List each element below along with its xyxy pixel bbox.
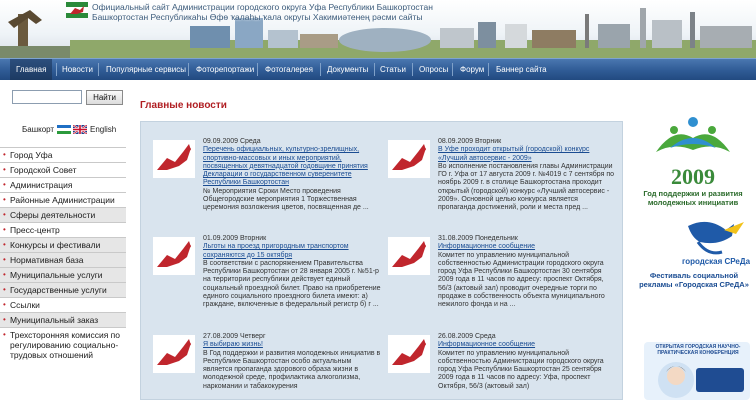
nav-item-photogallery[interactable]: Фотогалерея (259, 59, 319, 80)
city-env-festival-logo-icon[interactable]: городская СРеДа (678, 216, 750, 268)
menu-item-contests[interactable]: Конкурсы и фестивали (0, 237, 126, 252)
nav-item-services[interactable]: Популярные сервисы (100, 59, 192, 80)
site-header: Официальный сайт Администрации городског… (0, 0, 756, 58)
main-nav: Главная Новости Популярные сервисы Фотор… (0, 58, 756, 80)
nav-item-documents[interactable]: Документы (321, 59, 374, 80)
ufa-emblem-icon (66, 2, 88, 18)
page-title: Главные новости (140, 100, 227, 111)
menu-item-press-center[interactable]: Пресс-центр (0, 222, 126, 237)
search-button[interactable]: Найти (86, 90, 123, 105)
news-item: 27.08.2009 Четверг Я выбираю жизнь! В Го… (153, 333, 383, 400)
nav-item-photoreports[interactable]: Фоторепортажи (190, 59, 260, 80)
ufa-marten-icon[interactable] (388, 140, 430, 178)
menu-item-district-admins[interactable]: Районные Администрации (0, 192, 126, 207)
news-body: В Год поддержки и развития молодежных ин… (203, 349, 381, 390)
nav-item-news[interactable]: Новости (56, 59, 99, 80)
news-item: 26.08.2009 Среда Информационное сообщени… (388, 333, 618, 400)
news-date: 01.09.2009 Вторник (203, 235, 267, 242)
news-title-link[interactable]: Льготы на проезд пригородным транспортом… (203, 243, 381, 260)
news-date: 09.09.2009 Среда (203, 138, 261, 145)
menu-item-links[interactable]: Ссылки (0, 297, 126, 312)
news-body: № Мероприятия Сроки Место проведения Общ… (203, 187, 369, 212)
bashkir-flag-icon[interactable] (57, 125, 71, 134)
lang-english-link[interactable]: English (90, 124, 116, 136)
nav-item-banner[interactable]: Баннер сайта (490, 59, 553, 80)
ufa-marten-icon[interactable] (388, 237, 430, 275)
uk-flag-icon[interactable] (73, 125, 87, 134)
menu-item-city-council[interactable]: Городской Совет (0, 162, 126, 177)
youth-year-banner-icon[interactable]: 2009 (636, 108, 750, 190)
menu-item-city[interactable]: Город Уфа (0, 147, 126, 162)
nav-item-articles[interactable]: Статьи (374, 59, 412, 80)
ufa-marten-icon[interactable] (153, 335, 195, 373)
nav-item-home[interactable]: Главная (10, 59, 53, 80)
site-title: Официальный сайт Администрации городског… (92, 2, 433, 22)
news-title-link[interactable]: Я выбираю жизнь! (203, 341, 381, 349)
ufa-marten-icon[interactable] (388, 335, 430, 373)
youth-year-caption[interactable]: Год поддержки и развития молодежных иниц… (630, 189, 756, 207)
menu-item-state-services[interactable]: Государственные услуги (0, 282, 126, 297)
news-title-link[interactable]: Информационное сообщение (438, 243, 616, 251)
menu-item-municipal-services[interactable]: Муниципальные услуги (0, 267, 126, 282)
festival-caption[interactable]: Фестиваль социальной рекламы «Городская … (634, 271, 754, 289)
news-title-link[interactable]: Перечень официальных, культурно-зрелищны… (203, 146, 381, 187)
news-body: Комитет по управлению муниципальной собс… (438, 349, 604, 390)
news-item: 09.09.2009 Среда Перечень официальных, к… (153, 138, 383, 223)
news-item: 08.09.2009 Вторник В Уфе проходит открыт… (388, 138, 618, 223)
menu-item-administration[interactable]: Администрация (0, 177, 126, 192)
news-item: 01.09.2009 Вторник Льготы на проезд приг… (153, 235, 383, 320)
menu-item-municipal-order[interactable]: Муниципальный заказ (0, 312, 126, 327)
news-body: Во исполнение постановления главы Админи… (438, 162, 615, 212)
news-body: Комитет по управлению муниципальной собс… (438, 251, 605, 309)
conference-caption[interactable]: ОТКРЫТАЯ ГОРОДСКАЯ НАУЧНО-ПРАКТИЧЕСКАЯ К… (646, 344, 750, 356)
menu-item-tripartite-commission[interactable]: Трехсторонняя комиссия по регулированию … (0, 327, 126, 362)
menu-item-regulations[interactable]: Нормативная база (0, 252, 126, 267)
lang-bashkir-link[interactable]: Башкорт (22, 124, 54, 136)
news-title-link[interactable]: В Уфе проходит открытый (городской) конк… (438, 146, 616, 163)
left-menu: Город Уфа Городской Совет Администрация … (0, 147, 126, 362)
news-title-link[interactable]: Информационное сообщение (438, 341, 616, 349)
news-item: 31.08.2009 Понедельник Информационное со… (388, 235, 618, 320)
ufa-marten-icon[interactable] (153, 237, 195, 275)
menu-item-spheres[interactable]: Сферы деятельности (0, 207, 126, 222)
nav-item-polls[interactable]: Опросы (413, 59, 454, 80)
site-title-ba: Башкортостан Республикаһы Өфө ҡалаһы ҡал… (92, 11, 423, 22)
news-grid: 09.09.2009 Среда Перечень официальных, к… (140, 121, 623, 400)
banner2-logo-text: городская СРеДа (682, 257, 750, 266)
search-input[interactable] (12, 90, 82, 104)
banner-year: 2009 (671, 164, 715, 189)
ufa-marten-icon[interactable] (153, 140, 195, 178)
nav-item-forum[interactable]: Форум (454, 59, 490, 80)
news-body: В соответствии с распоряжением Правитель… (203, 259, 381, 309)
